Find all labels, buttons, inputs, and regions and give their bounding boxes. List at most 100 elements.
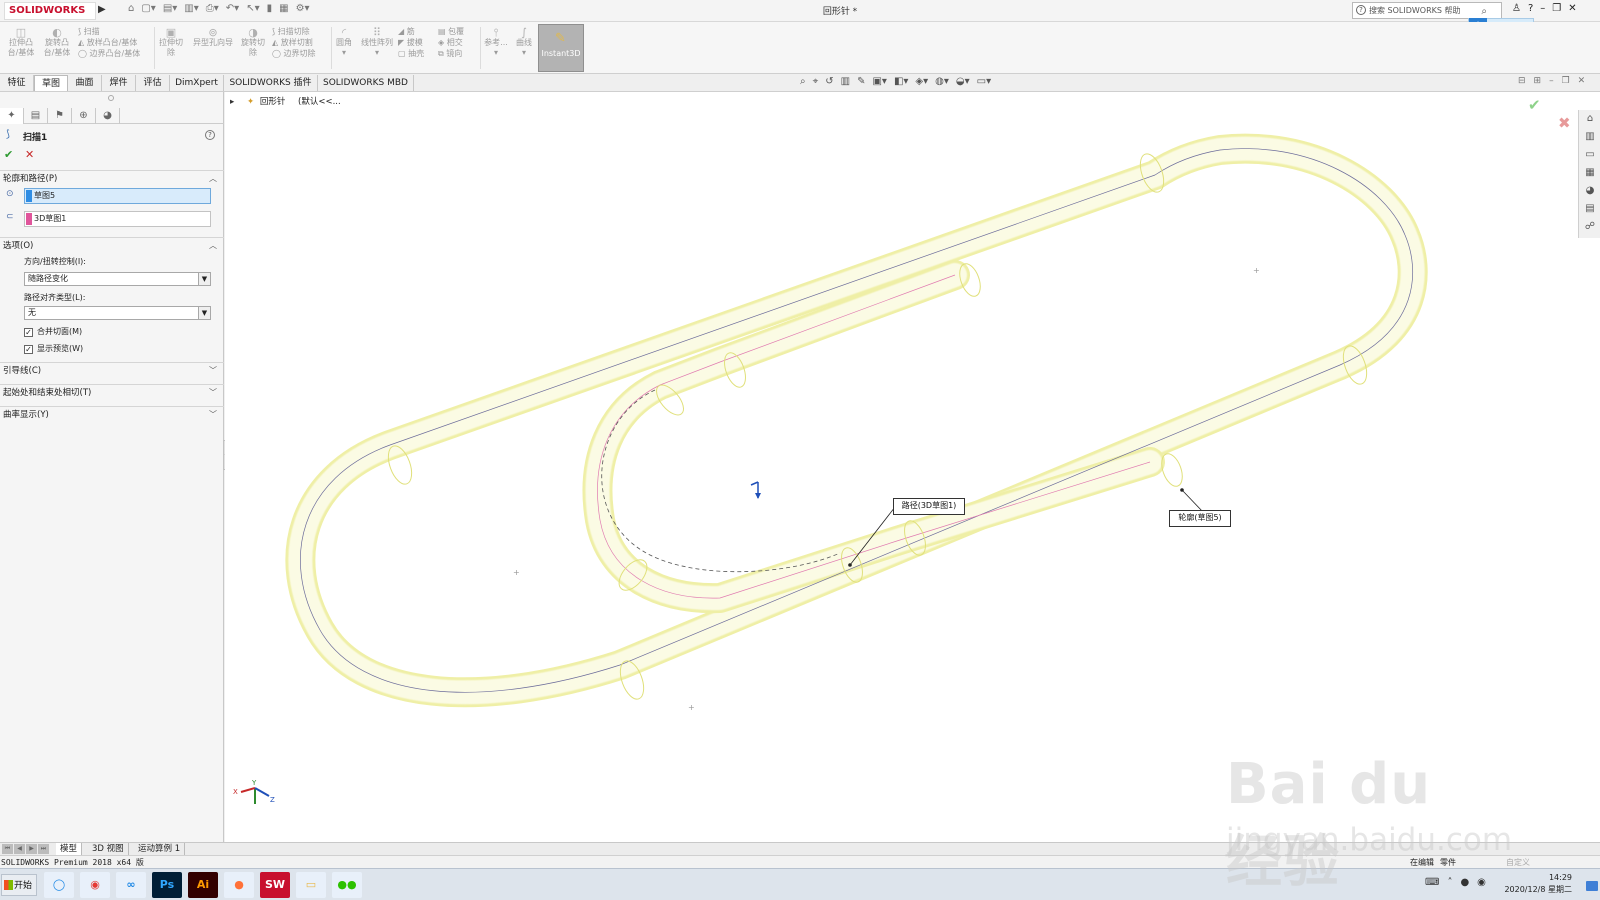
viewport-tile-icon[interactable]: ⊞ — [1534, 76, 1542, 86]
dimxpert-manager-tab-icon[interactable]: ⊕ — [72, 108, 96, 124]
qq-icon[interactable]: ● — [1460, 877, 1469, 888]
options-gear-icon[interactable]: ⚙▾ — [296, 3, 310, 14]
file-explorer-icon[interactable]: ▭ — [1583, 148, 1597, 162]
instant3d-button[interactable]: ✎ Instant3D — [538, 24, 584, 72]
confirm-ok-icon[interactable]: ✔ — [1528, 96, 1541, 114]
tab-model[interactable]: 模型 — [56, 843, 83, 855]
tab-solidworks-addins[interactable]: SOLIDWORKS 插件 — [224, 75, 318, 91]
network-icon[interactable]: ◉ — [1477, 877, 1486, 888]
next-tab-arrow-icon[interactable]: ▶ — [26, 844, 37, 854]
wrap-button[interactable]: ▤ 包覆 — [438, 26, 464, 37]
intersect-button[interactable]: ◈ 相交 — [438, 37, 464, 48]
custom-properties-icon[interactable]: ▤ — [1583, 202, 1597, 216]
keyboard-icon[interactable]: ⌨ — [1425, 877, 1439, 888]
start-button[interactable]: 开始 — [1, 874, 37, 896]
chrome-app[interactable]: ◉ — [80, 872, 110, 898]
show-preview-checkbox[interactable]: ✓ — [24, 345, 33, 354]
path-callout-label[interactable]: 路径(3D草图1) — [893, 498, 965, 515]
extrude-boss-button[interactable]: ◫ 拉伸凸 台/基体 — [4, 27, 38, 58]
graphics-viewport[interactable]: + + + ▸ ✦ 回形针 (默认<<... 路径(3D草图1) 轮廓(草图5)… — [225, 92, 1600, 842]
appearances-icon[interactable]: ◕ — [1583, 184, 1597, 198]
zoom-to-fit-icon[interactable]: ⌕ — [800, 76, 806, 87]
profile-callout-label[interactable]: 轮廓(草图5) — [1169, 510, 1231, 527]
last-tab-arrow-icon[interactable]: ⏭ — [38, 844, 49, 854]
solidworks-resources-icon[interactable]: ⌂ — [1583, 112, 1597, 126]
merge-tangent-checkbox[interactable]: ✓ — [24, 328, 33, 337]
hide-show-items-icon[interactable]: ◈▾ — [915, 76, 928, 87]
fillet-button[interactable]: ◜ 圆角 ▾ — [333, 27, 355, 58]
zoom-to-area-icon[interactable]: ⌖ — [813, 76, 819, 87]
shell-button[interactable]: ▢ 抽壳 — [398, 48, 424, 59]
design-library-icon[interactable]: ▥ — [1583, 130, 1597, 144]
help-search-input[interactable]: ? 搜索 SOLIDWORKS 帮助 ⌕ — [1352, 2, 1502, 19]
lofted-cut-button[interactable]: ◭ 放样切割 — [272, 37, 316, 48]
revolve-cut-button[interactable]: ◑ 旋转切 除 — [238, 27, 268, 58]
tab-motion-study[interactable]: 运动算例 1 — [134, 843, 186, 855]
close-icon[interactable]: ✕ — [1568, 3, 1576, 14]
rebuild-icon[interactable]: ▮ — [267, 3, 273, 14]
browser-app[interactable]: ◯ — [44, 872, 74, 898]
view-orientation-icon[interactable]: ▣▾ — [872, 76, 886, 87]
tab-sketch[interactable]: 草图 — [34, 75, 68, 91]
section-curvature-display[interactable]: 曲率显示(Y) ﹀ — [0, 406, 224, 422]
reference-geometry-button[interactable]: ⫯ 参考... ▾ — [482, 27, 510, 58]
hole-wizard-button[interactable]: ⊚ 异型孔向导 — [189, 27, 237, 48]
section-profile-path[interactable]: 轮廓和路径(P) ︿ — [0, 170, 224, 186]
ok-check-button[interactable]: ✔ — [4, 148, 13, 161]
tab-solidworks-mbd[interactable]: SOLIDWORKS MBD — [318, 75, 414, 91]
merge-tangent-checkbox-row[interactable]: ✓ 合并切面(M) — [24, 326, 82, 337]
extrude-cut-button[interactable]: ▣ 拉伸切 除 — [156, 27, 186, 58]
feature-manager-tab-icon[interactable]: ✦ — [0, 108, 24, 124]
draft-button[interactable]: ◤ 拔模 — [398, 37, 424, 48]
feature-tree-flyout[interactable]: ▸ ✦ 回形针 (默认<<... — [230, 95, 341, 107]
new-file-icon[interactable]: ▢▾ — [141, 3, 155, 14]
boundary-boss-button[interactable]: ◯ 边界凸台/基体 — [78, 48, 140, 59]
path-alignment-dropdown[interactable]: 无 ▼ — [24, 306, 211, 320]
tab-surfaces[interactable]: 曲面 — [68, 75, 102, 91]
illustrator-app[interactable]: Ai — [188, 872, 218, 898]
confirm-cancel-icon[interactable]: ✖ — [1558, 114, 1571, 132]
prev-tab-arrow-icon[interactable]: ◀ — [14, 844, 25, 854]
tray-expand-icon[interactable]: ˄ — [1447, 877, 1452, 888]
open-file-icon[interactable]: ▤▾ — [163, 3, 177, 14]
user-icon[interactable]: ♙ — [1512, 3, 1521, 14]
tab-3d-views[interactable]: 3D 视图 — [88, 843, 129, 855]
swept-cut-button[interactable]: ⟆ 扫描切除 — [272, 26, 316, 37]
edit-appearance-icon[interactable]: ◍▾ — [935, 76, 949, 87]
dynamic-annotation-icon[interactable]: ✎ — [857, 76, 865, 87]
search-icon[interactable]: ⌕ — [1481, 4, 1487, 19]
select-icon[interactable]: ↖▾ — [246, 3, 259, 14]
paperclip-model-canvas[interactable]: + + + — [225, 92, 1600, 842]
baidu-netdisk-app[interactable]: ∞ — [116, 872, 146, 898]
home-icon[interactable]: ⌂ — [128, 3, 134, 14]
viewport-close-icon[interactable]: ✕ — [1578, 76, 1586, 86]
menu-expand-arrow-icon[interactable]: ▶ — [98, 4, 106, 15]
tab-weldments[interactable]: 焊件 — [102, 75, 136, 91]
section-start-end-tangency[interactable]: 起始处和结束处相切(T) ﹀ — [0, 384, 224, 400]
help-icon[interactable]: ? — [205, 130, 215, 140]
minimize-icon[interactable]: – — [1540, 3, 1545, 14]
section-view-icon[interactable]: ▥ — [841, 76, 850, 87]
view-settings-icon[interactable]: ▭▾ — [977, 76, 991, 87]
orientation-dropdown[interactable]: 随路径变化 ▼ — [24, 272, 211, 286]
print-icon[interactable]: ⎙▾ — [206, 3, 219, 14]
viewport-restore-icon[interactable]: ❐ — [1562, 76, 1570, 86]
display-manager-tab-icon[interactable]: ◕ — [96, 108, 120, 124]
loft-button[interactable]: ◭ 放样凸台/基体 — [78, 37, 140, 48]
file-explorer-app[interactable]: ▭ — [296, 872, 326, 898]
curves-button[interactable]: ∫ 曲线 ▾ — [512, 27, 536, 58]
wechat-app[interactable]: ●● — [332, 872, 362, 898]
sweep-button[interactable]: ⟆ 扫描 — [78, 26, 140, 37]
custom-units-menu[interactable]: 自定义 — [1506, 857, 1530, 868]
photoshop-app[interactable]: Ps — [152, 872, 182, 898]
show-preview-checkbox-row[interactable]: ✓ 显示预览(W) — [24, 343, 83, 354]
solidworks-logo[interactable]: SOLIDWORKS — [4, 2, 96, 20]
configuration-manager-tab-icon[interactable]: ⚑ — [48, 108, 72, 124]
display-style-icon[interactable]: ◧▾ — [894, 76, 908, 87]
firefox-app[interactable]: ● — [224, 872, 254, 898]
profile-selection-box[interactable]: 草图5 — [24, 188, 211, 204]
boundary-cut-button[interactable]: ◯ 边界切除 — [272, 48, 316, 59]
section-options[interactable]: 选项(O) ︿ — [0, 237, 224, 253]
tab-features[interactable]: 特征 — [0, 75, 34, 91]
tab-dimxpert[interactable]: DimXpert — [170, 75, 224, 91]
